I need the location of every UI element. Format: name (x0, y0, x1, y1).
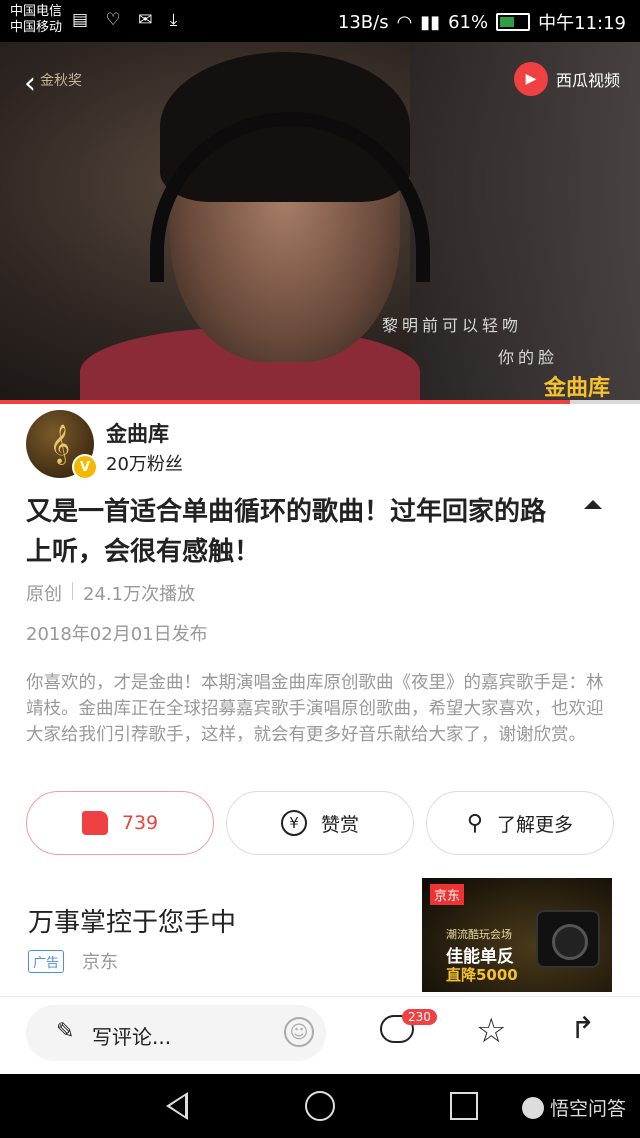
comment-count-badge: 230 (402, 1009, 437, 1025)
like-count: 739 (121, 812, 159, 834)
comment-bar: ✎ 写评论... ☺ 230 ☆ ↱ (0, 997, 640, 1071)
play-count: 24.1万次播放 (83, 584, 196, 605)
fans-count: 20万粉丝 (106, 454, 183, 475)
ad-image-line-3: 直降5000 (446, 966, 518, 984)
video-player[interactable]: 金秋奖 ‹ ▶ 西瓜视频 黎明前可以轻吻 你的脸 金曲库 (0, 42, 640, 400)
battery-icon (496, 13, 531, 31)
video-watermark-left: 金秋奖 (40, 73, 82, 89)
meta-divider (72, 582, 73, 600)
battery-percent: 61% (448, 11, 489, 33)
navigation-bar: 悟空问答 (0, 1074, 640, 1138)
nav-back-icon[interactable] (166, 1092, 188, 1120)
reward-button[interactable]: ¥ 赞赏 (226, 791, 414, 855)
star-icon[interactable]: ☆ (476, 1011, 506, 1051)
lyric-line-1: 黎明前可以轻吻 (382, 316, 523, 335)
comment-placeholder: 写评论... (92, 1025, 172, 1049)
nav-recent-icon[interactable] (450, 1092, 478, 1120)
wukong-watermark: 悟空问答 (521, 1094, 626, 1121)
post-description: 你喜欢的，才是金曲！本期演唱金曲库原创歌曲《夜里》的嘉宾歌手是：林靖枝。金曲库正… (26, 673, 604, 745)
emoji-icon[interactable]: ☺ (284, 1017, 314, 1047)
clock: 中午11:19 (538, 13, 626, 34)
yen-icon: ¥ (280, 810, 307, 836)
wukong-label: 悟空问答 (549, 1098, 626, 1120)
origin-label: 原创 (26, 584, 62, 605)
learn-more-label: 了解更多 (497, 813, 574, 836)
verified-icon: V (72, 454, 98, 480)
ad-image-brand: 京东 (430, 884, 465, 905)
battery-level (500, 17, 514, 27)
thumbs-up-icon (81, 811, 108, 835)
ad-tag: 广告 (28, 950, 65, 973)
carrier-2: 中国移动 (10, 20, 63, 35)
network-speed: 13B/s (337, 11, 389, 33)
ad-card[interactable]: 万事掌控于您手中 广告 京东 京东 潮流酷玩会场 佳能单反 直降5000 (0, 870, 640, 998)
post-meta: 原创 24.1万次播放 (26, 580, 195, 606)
wukong-icon (521, 1096, 544, 1119)
channel-watermark: 金曲库 (543, 376, 610, 400)
link-icon: ⚲ (466, 810, 484, 836)
share-icon[interactable]: ↱ (570, 1011, 595, 1046)
wifi-icon: ◠ (396, 11, 413, 33)
xigua-video-badge[interactable]: ▶ 西瓜视频 (513, 62, 620, 96)
xigua-label: 西瓜视频 (555, 71, 620, 90)
notification-icons: ▤ ♡ ✉ ⤓ (72, 10, 184, 30)
video-progress-bar[interactable] (0, 400, 640, 404)
comment-input[interactable]: ✎ 写评论... ☺ (26, 1005, 326, 1061)
learn-more-button[interactable]: ⚲ 了解更多 (426, 791, 614, 855)
like-button[interactable]: 739 (26, 791, 214, 855)
carrier-1: 中国电信 (10, 4, 63, 19)
pen-icon: ✎ (56, 1019, 75, 1044)
publish-date: 2018年02月01日发布 (26, 624, 208, 645)
camera-icon (536, 910, 600, 968)
nav-home-icon[interactable] (305, 1091, 335, 1121)
author-row[interactable]: 𝄞 V 金曲库 20万粉丝 (26, 410, 606, 480)
author-name[interactable]: 金曲库 (106, 418, 169, 448)
post-title: 又是一首适合单曲循环的歌曲！过年回家的路上听，会很有感触！ (26, 497, 547, 567)
video-progress-fill (0, 400, 570, 404)
action-row: 739 ¥ 赞赏 ⚲ 了解更多 (26, 791, 616, 857)
lyric-line-2: 你的脸 (498, 348, 559, 367)
status-right: 13B/s ◠ ▮▮ 61% 中午11:19 (338, 9, 626, 35)
status-bar: 中国电信 中国移动 ▤ ♡ ✉ ⤓ 13B/s ◠ ▮▮ 61% 中午11:19 (0, 0, 640, 42)
collapse-arrow-icon[interactable] (584, 500, 602, 509)
reward-label: 赞赏 (320, 813, 359, 836)
carrier-info: 中国电信 中国移动 (10, 4, 62, 36)
ad-title[interactable]: 万事掌控于您手中 (28, 902, 236, 939)
ad-brand: 京东 (82, 952, 118, 973)
ad-image[interactable]: 京东 潮流酷玩会场 佳能单反 直降5000 (422, 878, 612, 992)
play-icon: ▶ (513, 62, 548, 96)
back-arrow-icon[interactable]: ‹ (24, 66, 36, 101)
ad-image-line-1: 潮流酷玩会场 (446, 928, 512, 941)
signal-icon: ▮▮ (420, 11, 441, 33)
